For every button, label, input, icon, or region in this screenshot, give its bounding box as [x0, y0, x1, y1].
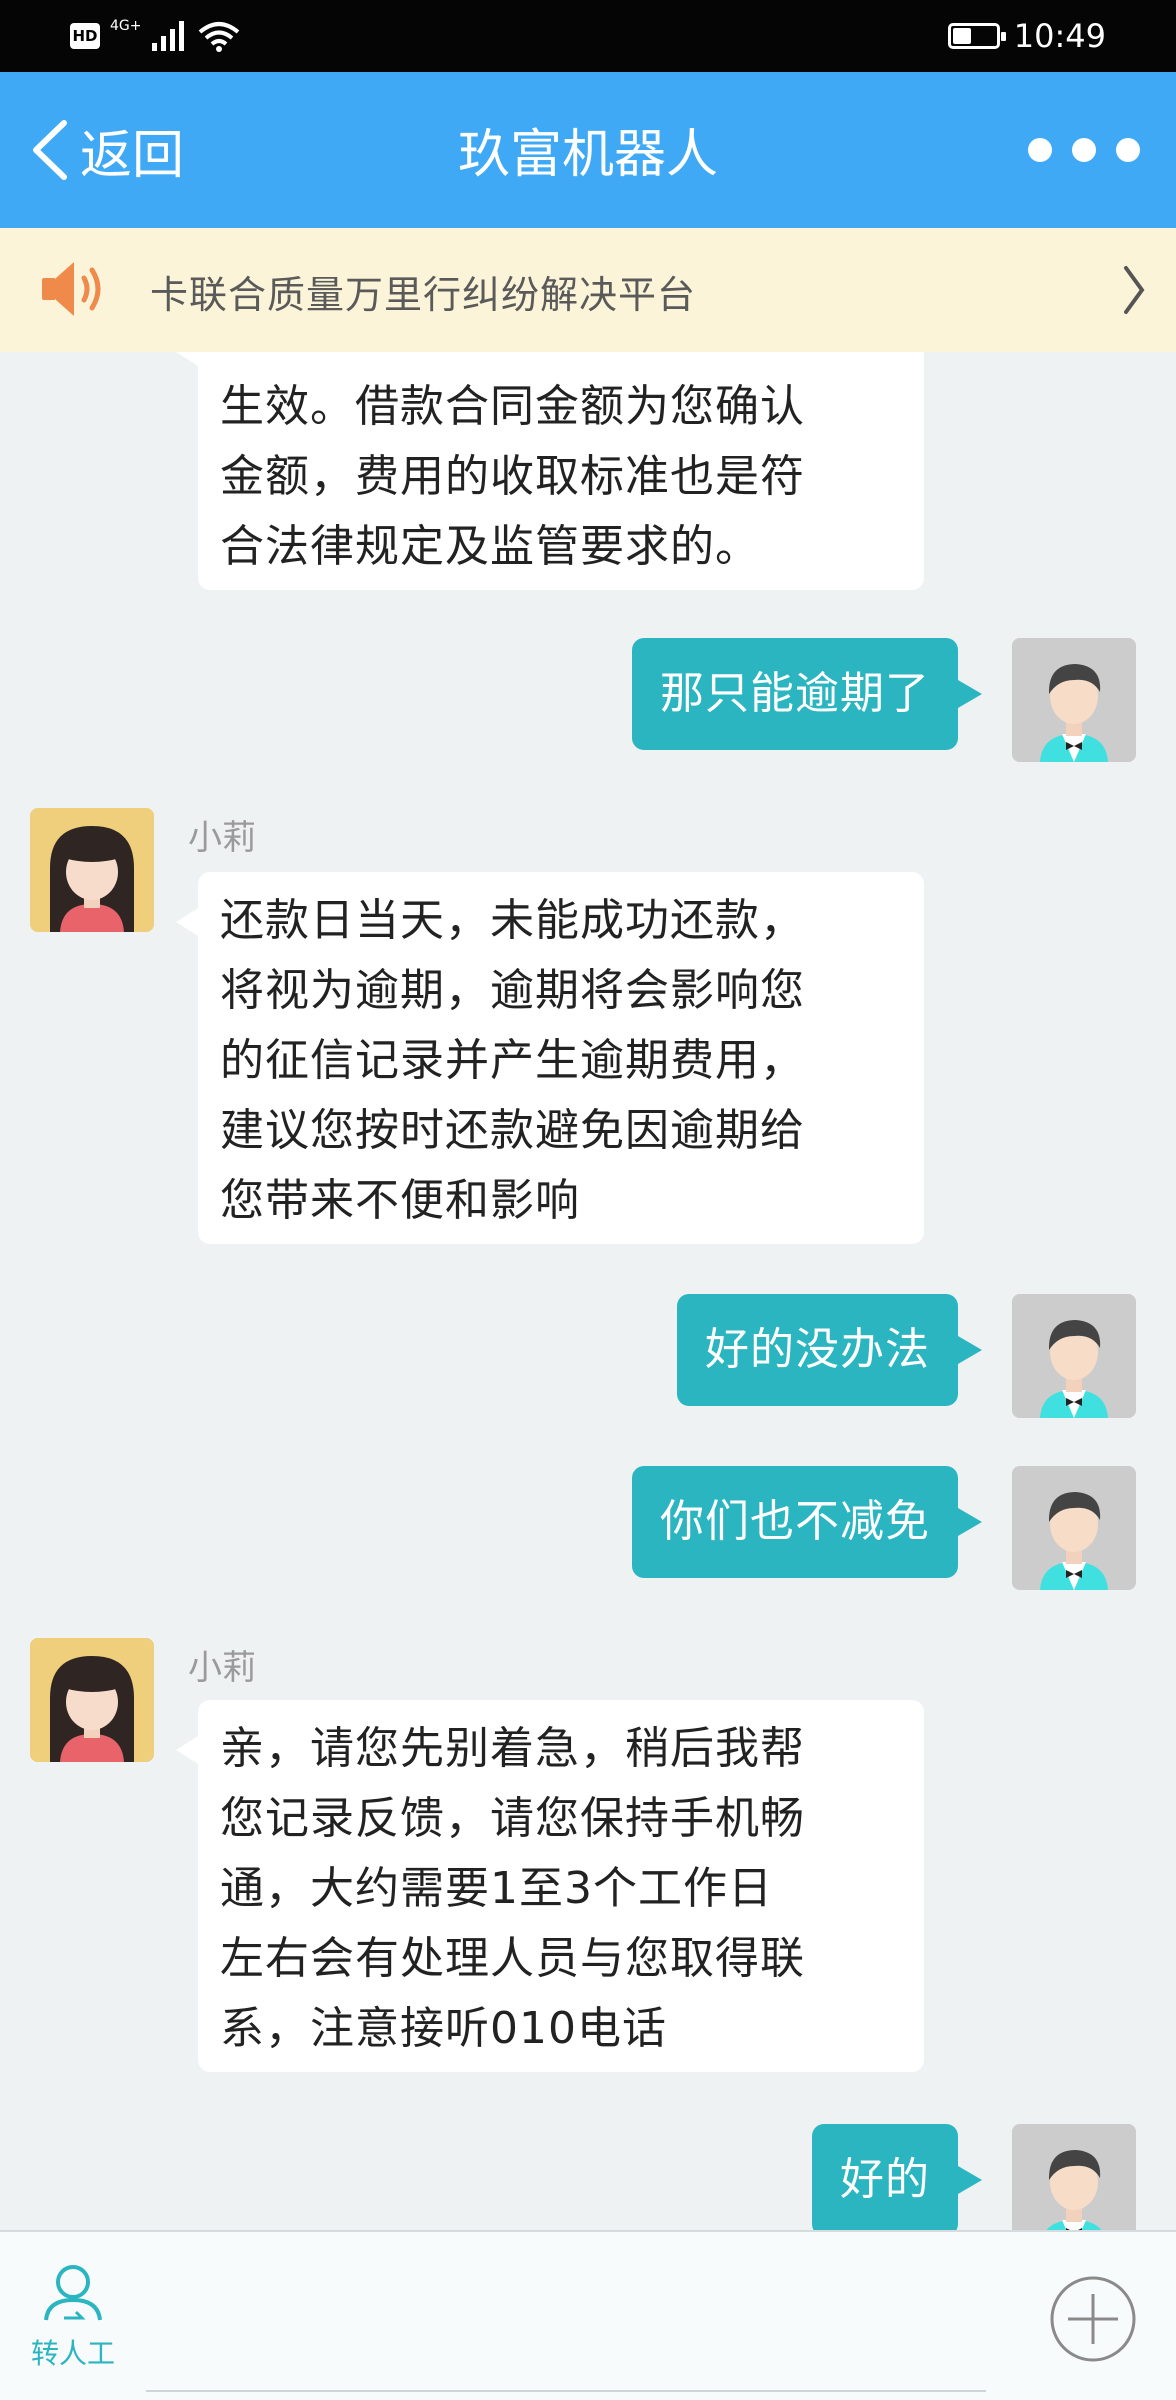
signal-icon — [151, 21, 184, 51]
user-message-bubble: 好的 — [812, 2124, 982, 2230]
status-left: HD 4G+ — [70, 18, 240, 54]
status-time: 10:49 — [1013, 17, 1106, 55]
network-type-label: 4G+ — [110, 18, 142, 34]
man-avatar-icon — [1012, 638, 1136, 762]
user-avatar[interactable] — [1012, 638, 1136, 762]
bot-message-bubble: 生效。借款合同金额为您确认 金额，费用的收取标准也是符 合法律规定及监管要求的。 — [176, 352, 924, 590]
user-message-bubble: 你们也不减免 — [632, 1466, 982, 1578]
sender-name: 小莉 — [188, 818, 256, 858]
message-text: 那只能逾期了 — [660, 668, 930, 719]
message-line: 亲，请您先别着急，稍后我帮 — [220, 1723, 805, 1774]
sender-name: 小莉 — [188, 1648, 256, 1688]
message-line: 左右会有处理人员与您取得联 — [220, 1933, 805, 1984]
speaker-icon — [42, 262, 101, 316]
chat-area[interactable]: 生效。借款合同金额为您确认 金额，费用的收取标准也是符 合法律规定及监管要求的。… — [0, 352, 1176, 2230]
more-dot — [1072, 138, 1096, 162]
message-text: 你们也不减免 — [660, 1496, 930, 1547]
message-line: 建议您按时还款避免因逾期给 — [220, 1105, 805, 1156]
status-right: 10:49 — [947, 12, 1106, 60]
message-input[interactable] — [146, 2390, 986, 2392]
more-dot — [1116, 138, 1140, 162]
notice-text: 卡联合质量万里行纠纷解决平台 — [150, 273, 697, 317]
message-line: 金额，费用的收取标准也是符 — [220, 451, 805, 502]
message-line: 的征信记录并产生逾期费用， — [220, 1035, 805, 1086]
user-message-bubble: 好的没办法 — [677, 1294, 982, 1406]
more-dot — [1028, 138, 1052, 162]
message-line: 系，注意接听010电话 — [220, 2003, 667, 2054]
bot-message-bubble: 还款日当天，未能成功还款， 将视为逾期，逾期将会影响您 的征信记录并产生逾期费用… — [176, 872, 924, 1244]
message-line: 您带来不便和影响 — [220, 1175, 580, 1226]
more-options-button[interactable] — [1028, 130, 1140, 170]
transfer-to-human-label: 转人工 — [30, 2337, 115, 2370]
chevron-right-icon[interactable] — [1120, 262, 1148, 318]
man-avatar-icon — [1012, 2124, 1136, 2230]
message-line: 生效。借款合同金额为您确认 — [220, 381, 805, 432]
bot-message-bubble: 亲，请您先别着急，稍后我帮 您记录反馈，请您保持手机畅 通，大约需要1至3个工作… — [176, 1700, 924, 2072]
bot-avatar[interactable] — [30, 1638, 154, 1762]
message-line: 将视为逾期，逾期将会影响您 — [220, 965, 805, 1016]
status-bar: HD 4G+ 10:49 — [0, 0, 1176, 72]
message-line: 还款日当天，未能成功还款， — [220, 895, 805, 946]
transfer-to-human-button[interactable]: 转人工 — [26, 2260, 120, 2370]
user-avatar[interactable] — [1012, 1466, 1136, 1590]
hd-icon: HD — [70, 23, 100, 49]
girl-avatar-icon — [30, 808, 154, 932]
plus-circle-icon — [1050, 2276, 1136, 2362]
message-text: 好的 — [840, 2154, 930, 2205]
battery-icon — [947, 23, 1006, 49]
girl-avatar-icon — [30, 1638, 154, 1762]
user-avatar[interactable] — [1012, 1294, 1136, 1418]
message-text: 好的没办法 — [705, 1324, 930, 1375]
bottom-input-bar: 转人工 — [0, 2230, 1176, 2400]
add-button[interactable] — [1048, 2274, 1138, 2364]
man-avatar-icon — [1012, 1466, 1136, 1590]
message-line: 通，大约需要1至3个工作日 — [220, 1863, 773, 1914]
page-title: 玖富机器人 — [457, 125, 718, 185]
wifi-icon — [198, 22, 239, 52]
person-icon — [44, 2265, 102, 2321]
notice-banner[interactable]: 卡联合质量万里行纠纷解决平台 — [0, 228, 1176, 352]
man-avatar-icon — [1012, 1294, 1136, 1418]
app-header: 返回 玖富机器人 — [0, 72, 1176, 228]
user-message-bubble: 那只能逾期了 — [632, 638, 982, 750]
message-line: 您记录反馈，请您保持手机畅 — [220, 1793, 805, 1844]
message-line: 合法律规定及监管要求的。 — [220, 521, 760, 572]
user-avatar[interactable] — [1012, 2124, 1136, 2230]
bot-avatar[interactable] — [30, 808, 154, 932]
